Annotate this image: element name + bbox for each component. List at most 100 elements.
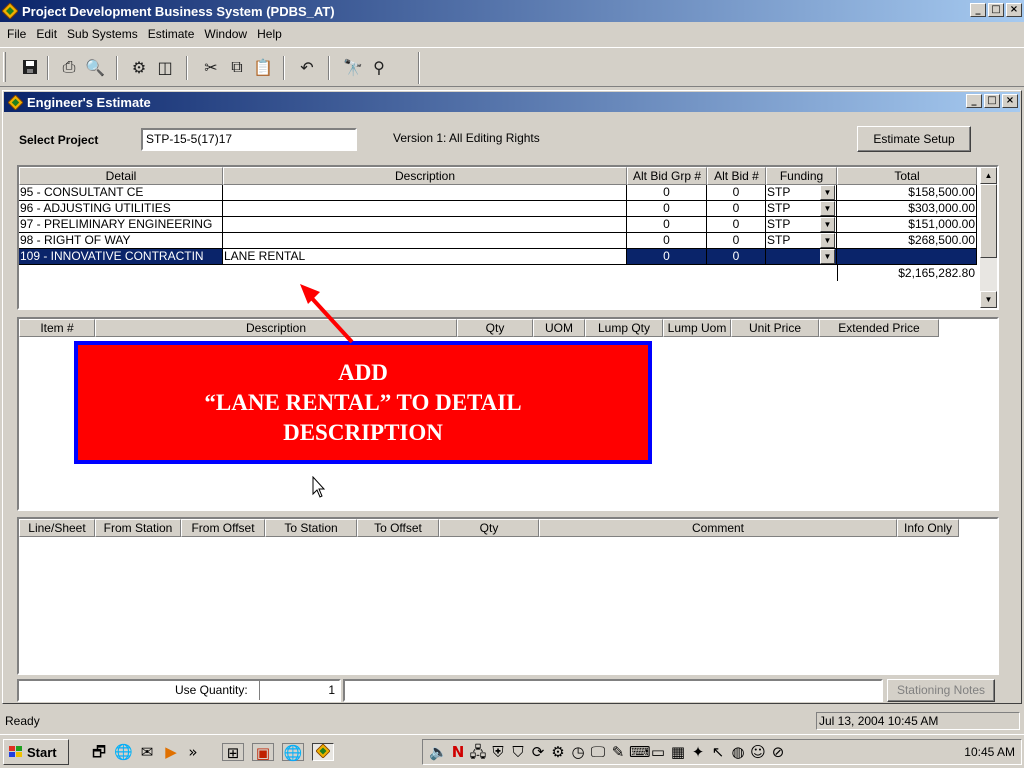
- cell-alt-bid[interactable]: 0: [707, 217, 766, 233]
- cell-funding[interactable]: STP ▼: [766, 233, 837, 249]
- show-desktop-icon[interactable]: 🗗: [90, 743, 108, 761]
- table-row[interactable]: 98 - RIGHT OF WAY 0 0 STP ▼ $268,500.00: [19, 233, 977, 249]
- toolbar-grip[interactable]: [3, 52, 6, 82]
- scroll-thumb[interactable]: [980, 184, 997, 258]
- table-row[interactable]: 97 - PRELIMINARY ENGINEERING 0 0 STP ▼ $1…: [19, 217, 977, 233]
- child-maximize-button[interactable]: □: [984, 94, 1000, 108]
- cell-alt-bid[interactable]: 0: [707, 185, 766, 201]
- col-alt-bid[interactable]: Alt Bid #: [707, 167, 766, 185]
- project-field[interactable]: STP-15-5(17)17: [141, 128, 357, 151]
- col-total[interactable]: Total: [837, 167, 977, 185]
- scroll-down-icon[interactable]: ▼: [980, 291, 997, 308]
- cell-alt-bid[interactable]: 0: [707, 201, 766, 217]
- col-item-description[interactable]: Description: [95, 319, 457, 337]
- cell-funding[interactable]: STP ▼: [766, 185, 837, 201]
- estimate-setup-button[interactable]: Estimate Setup: [857, 126, 971, 152]
- tools-icon[interactable]: ⚙: [128, 56, 150, 78]
- find-icon[interactable]: 🔭: [342, 56, 364, 78]
- display-icon[interactable]: 🖵: [589, 743, 607, 761]
- col-lump-uom[interactable]: Lump Uom: [663, 319, 731, 337]
- cell-alt-grp[interactable]: 0: [627, 201, 707, 217]
- cell-detail[interactable]: 109 - INNOVATIVE CONTRACTIN: [19, 249, 223, 265]
- col-station-qty[interactable]: Qty: [439, 519, 539, 537]
- media-player-icon[interactable]: ▶: [162, 743, 180, 761]
- cell-funding[interactable]: STP ▼: [766, 217, 837, 233]
- col-from-offset[interactable]: From Offset: [181, 519, 265, 537]
- menu-help[interactable]: Help: [252, 27, 287, 41]
- cell-alt-bid[interactable]: 0: [707, 249, 766, 265]
- use-quantity-input[interactable]: 1: [259, 681, 339, 700]
- task-presentation-icon[interactable]: ▣: [252, 743, 274, 762]
- menu-sub-systems[interactable]: Sub Systems: [62, 27, 143, 41]
- settings-icon[interactable]: ⚙: [549, 743, 567, 761]
- cell-funding[interactable]: ▼: [766, 249, 837, 265]
- mail-icon[interactable]: ✉: [138, 743, 156, 761]
- table-row[interactable]: 95 - CONSULTANT CE 0 0 STP ▼ $158,500.00: [19, 185, 977, 201]
- col-info-only[interactable]: Info Only: [897, 519, 959, 537]
- stationing-notes-button[interactable]: Stationing Notes: [887, 679, 995, 702]
- menu-edit[interactable]: Edit: [31, 27, 62, 41]
- col-lump-qty[interactable]: Lump Qty: [585, 319, 663, 337]
- menu-file[interactable]: File: [2, 27, 31, 41]
- col-funding[interactable]: Funding: [766, 167, 837, 185]
- col-item-no[interactable]: Item #: [19, 319, 95, 337]
- cell-detail[interactable]: 98 - RIGHT OF WAY: [19, 233, 223, 249]
- volume-icon[interactable]: 🔈: [429, 743, 448, 761]
- table-row[interactable]: 96 - ADJUSTING UTILITIES 0 0 STP ▼ $303,0…: [19, 201, 977, 217]
- calculator-icon[interactable]: ▦: [669, 743, 687, 761]
- clock-tray-icon[interactable]: ◷: [569, 743, 587, 761]
- cell-detail[interactable]: 95 - CONSULTANT CE: [19, 185, 223, 201]
- menu-estimate[interactable]: Estimate: [143, 27, 200, 41]
- star-icon[interactable]: ✦: [689, 743, 707, 761]
- copy-icon[interactable]: ⧉: [226, 56, 248, 78]
- undo-icon[interactable]: ↶: [296, 56, 318, 78]
- col-to-station[interactable]: To Station: [265, 519, 357, 537]
- close-button[interactable]: ×: [1006, 3, 1022, 17]
- dropdown-arrow-icon[interactable]: ▼: [820, 201, 835, 216]
- col-from-station[interactable]: From Station: [95, 519, 181, 537]
- col-comment[interactable]: Comment: [539, 519, 897, 537]
- pointer-icon[interactable]: ↖: [709, 743, 727, 761]
- security-icon[interactable]: ⛉: [509, 743, 527, 761]
- col-uom[interactable]: UOM: [533, 319, 585, 337]
- dropdown-arrow-icon[interactable]: ▼: [820, 249, 835, 264]
- cell-description[interactable]: [223, 201, 627, 217]
- dropdown-arrow-icon[interactable]: ▼: [820, 217, 835, 232]
- cell-alt-grp[interactable]: 0: [627, 185, 707, 201]
- cell-detail[interactable]: 96 - ADJUSTING UTILITIES: [19, 201, 223, 217]
- menu-window[interactable]: Window: [199, 27, 252, 41]
- find-replace-icon[interactable]: ⚲: [368, 56, 390, 78]
- browser-icon[interactable]: 🌐: [114, 743, 133, 761]
- detail-scrollbar[interactable]: ▲ ▼: [980, 167, 997, 308]
- dropdown-arrow-icon[interactable]: ▼: [820, 185, 835, 200]
- network-icon[interactable]: 🖧: [469, 743, 487, 761]
- minimize-button[interactable]: _: [970, 3, 986, 17]
- col-unit-price[interactable]: Unit Price: [731, 319, 819, 337]
- print-icon[interactable]: ⎙: [58, 56, 80, 78]
- cell-alt-grp[interactable]: 0: [627, 233, 707, 249]
- scroll-up-icon[interactable]: ▲: [980, 167, 997, 184]
- col-detail[interactable]: Detail: [19, 167, 223, 185]
- col-alt-bid-grp[interactable]: Alt Bid Grp #: [627, 167, 707, 185]
- cell-description[interactable]: [223, 217, 627, 233]
- save-icon[interactable]: [19, 56, 41, 78]
- col-description[interactable]: Description: [223, 167, 627, 185]
- start-button[interactable]: Start: [3, 739, 69, 765]
- sync-icon[interactable]: ⟳: [529, 743, 547, 761]
- pen-icon[interactable]: ✎: [609, 743, 627, 761]
- layout-icon[interactable]: ◫: [154, 56, 176, 78]
- cell-alt-grp[interactable]: 0: [627, 217, 707, 233]
- battery-icon[interactable]: ▭: [649, 743, 667, 761]
- keyboard-icon[interactable]: ⌨: [629, 743, 651, 761]
- cell-detail[interactable]: 97 - PRELIMINARY ENGINEERING: [19, 217, 223, 233]
- task-pdbs-icon[interactable]: [312, 743, 334, 761]
- task-browser-icon[interactable]: 🌐: [282, 743, 304, 762]
- cell-description-editing[interactable]: LANE RENTAL: [223, 249, 627, 265]
- col-qty[interactable]: Qty: [457, 319, 533, 337]
- tray-clock[interactable]: 10:45 AM: [964, 745, 1015, 759]
- quicklaunch-chevron-icon[interactable]: »: [184, 743, 202, 761]
- cell-description[interactable]: [223, 185, 627, 201]
- child-close-button[interactable]: ×: [1002, 94, 1018, 108]
- cut-icon[interactable]: ✂: [200, 56, 222, 78]
- print-preview-icon[interactable]: 🔍: [84, 56, 106, 78]
